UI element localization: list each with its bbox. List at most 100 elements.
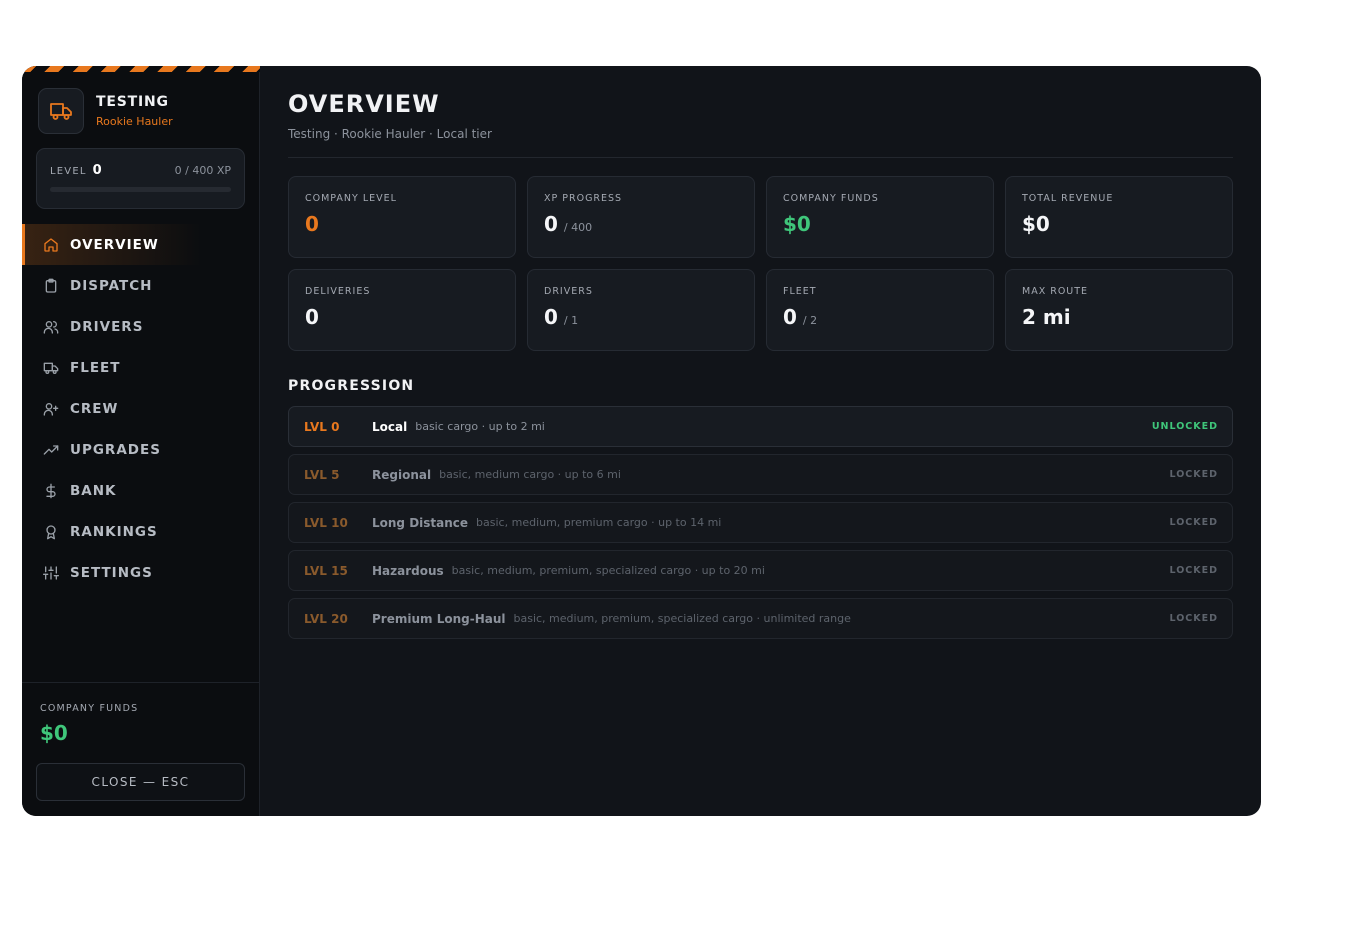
xp-readout: 0 / 400 XP [174, 164, 231, 177]
stat-label: XP PROGRESS [544, 193, 623, 204]
stat-suffix: / 1 [563, 314, 579, 327]
stat-value: 0 [544, 305, 558, 329]
tier-description: basic, medium, premium cargo · up to 14 … [476, 516, 722, 529]
stat-label: TOTAL REVENUE [1022, 193, 1114, 204]
stat-value: $0 [783, 212, 811, 236]
sidebar-item-rankings[interactable]: RANKINGS [22, 511, 260, 552]
user-plus-icon [42, 400, 60, 418]
tier-description: basic, medium, premium, specialized carg… [513, 612, 851, 625]
stat-xp-progress: XP PROGRESS 0 / 400 [527, 176, 755, 258]
sidebar-item-label: SETTINGS [70, 564, 153, 581]
sidebar-item-dispatch[interactable]: DISPATCH [22, 265, 260, 306]
clipboard-icon [42, 277, 60, 295]
sidebar-item-settings[interactable]: SETTINGS [22, 552, 260, 593]
tier-name: Premium Long-Haul [372, 611, 506, 626]
stat-suffix: / 400 [563, 221, 593, 234]
sidebar-item-label: DRIVERS [70, 318, 144, 335]
tier-name: Regional [372, 467, 432, 482]
truck-icon [42, 359, 60, 377]
tier-status-badge: UNLOCKED [1151, 421, 1218, 432]
stat-value: 0 [544, 212, 558, 236]
sidebar-item-label: CREW [70, 400, 119, 417]
tier-name: Local [372, 419, 408, 434]
stat-max-route: MAX ROUTE 2 mi [1005, 269, 1233, 351]
tier-row: LVL 5 Regional basic, medium cargo · up … [288, 454, 1233, 495]
sidebar-footer: COMPANY FUNDS $0 CLOSE — ESC [22, 682, 260, 801]
stat-value: 0 [305, 212, 319, 236]
sidebar-item-label: FLEET [70, 359, 121, 376]
stat-suffix: / 2 [802, 314, 818, 327]
stat-fleet: FLEET 0 / 2 [766, 269, 994, 351]
sidebar-item-crew[interactable]: CREW [22, 388, 260, 429]
hazard-stripe [22, 66, 260, 72]
company-rank: Rookie Hauler [96, 115, 173, 128]
sliders-icon [42, 564, 60, 582]
home-icon [42, 236, 60, 254]
stat-label: DELIVERIES [305, 286, 371, 297]
tier-name: Hazardous [372, 563, 444, 578]
users-icon [42, 318, 60, 336]
main-content: OVERVIEW Testing · Rookie Hauler · Local… [260, 66, 1261, 816]
stat-label: DRIVERS [544, 286, 593, 297]
sidebar-item-bank[interactable]: BANK [22, 470, 260, 511]
sidebar-item-drivers[interactable]: DRIVERS [22, 306, 260, 347]
trending-up-icon [42, 441, 60, 459]
stat-value: 2 mi [1022, 305, 1071, 329]
progression-list: LVL 0 Local basic cargo · up to 2 mi UNL… [288, 406, 1233, 639]
award-icon [42, 523, 60, 541]
company-name: TESTING [96, 94, 169, 110]
stat-value: $0 [1022, 212, 1050, 236]
truck-icon [38, 88, 84, 134]
page-title: OVERVIEW [288, 90, 440, 118]
stat-label: FLEET [783, 286, 817, 297]
sidebar-item-label: BANK [70, 482, 117, 499]
sidebar-item-fleet[interactable]: FLEET [22, 347, 260, 388]
funds-value: $0 [40, 721, 68, 745]
sidebar-nav: OVERVIEW DISPATCH DRIVERS FLEET CREW UPG… [22, 224, 260, 593]
stat-label: COMPANY LEVEL [305, 193, 397, 204]
tier-level: LVL 5 [304, 467, 340, 482]
tier-name: Long Distance [372, 515, 469, 530]
tier-level: LVL 10 [304, 515, 348, 530]
stat-company-funds: COMPANY FUNDS $0 [766, 176, 994, 258]
sidebar-item-label: DISPATCH [70, 277, 153, 294]
tier-row: LVL 15 Hazardous basic, medium, premium,… [288, 550, 1233, 591]
stat-label: MAX ROUTE [1022, 286, 1089, 297]
tier-description: basic cargo · up to 2 mi [415, 420, 545, 433]
stat-value: 0 [305, 305, 319, 329]
tier-status-badge: LOCKED [1169, 565, 1218, 576]
stat-deliveries: DELIVERIES 0 [288, 269, 516, 351]
sidebar-item-label: UPGRADES [70, 441, 161, 458]
sidebar-item-label: RANKINGS [70, 523, 158, 540]
stat-drivers: DRIVERS 0 / 1 [527, 269, 755, 351]
stat-company-level: COMPANY LEVEL 0 [288, 176, 516, 258]
level-card: LEVEL 0 0 / 400 XP [36, 148, 245, 209]
tier-description: basic, medium, premium, specialized carg… [451, 564, 765, 577]
tier-level: LVL 20 [304, 611, 348, 626]
stat-total-revenue: TOTAL REVENUE $0 [1005, 176, 1233, 258]
sidebar-item-upgrades[interactable]: UPGRADES [22, 429, 260, 470]
tier-status-badge: LOCKED [1169, 469, 1218, 480]
xp-progress-bar [50, 187, 231, 192]
page-subtitle: Testing · Rookie Hauler · Local tier [288, 127, 492, 141]
tier-row: LVL 0 Local basic cargo · up to 2 mi UNL… [288, 406, 1233, 447]
sidebar: TESTING Rookie Hauler LEVEL 0 0 / 400 XP [22, 66, 260, 816]
tier-description: basic, medium cargo · up to 6 mi [439, 468, 621, 481]
sidebar-item-overview[interactable]: OVERVIEW [22, 224, 260, 265]
dollar-icon [42, 482, 60, 500]
level-value: 0 [92, 163, 102, 178]
tier-row: LVL 20 Premium Long-Haul basic, medium, … [288, 598, 1233, 639]
progression-title: PROGRESSION [288, 378, 415, 394]
funds-label: COMPANY FUNDS [40, 703, 139, 714]
stats-grid: COMPANY LEVEL 0 XP PROGRESS 0 / 400 COMPA… [288, 176, 1233, 351]
tier-level: LVL 0 [304, 419, 340, 434]
company-window: TESTING Rookie Hauler LEVEL 0 0 / 400 XP [22, 66, 1261, 816]
close-button[interactable]: CLOSE — ESC [36, 763, 245, 801]
level-label: LEVEL [50, 166, 87, 177]
company-brand: TESTING Rookie Hauler [38, 88, 173, 134]
tier-status-badge: LOCKED [1169, 613, 1218, 624]
divider [288, 157, 1233, 158]
sidebar-item-label: OVERVIEW [70, 236, 159, 253]
tier-level: LVL 15 [304, 563, 348, 578]
stat-value: 0 [783, 305, 797, 329]
